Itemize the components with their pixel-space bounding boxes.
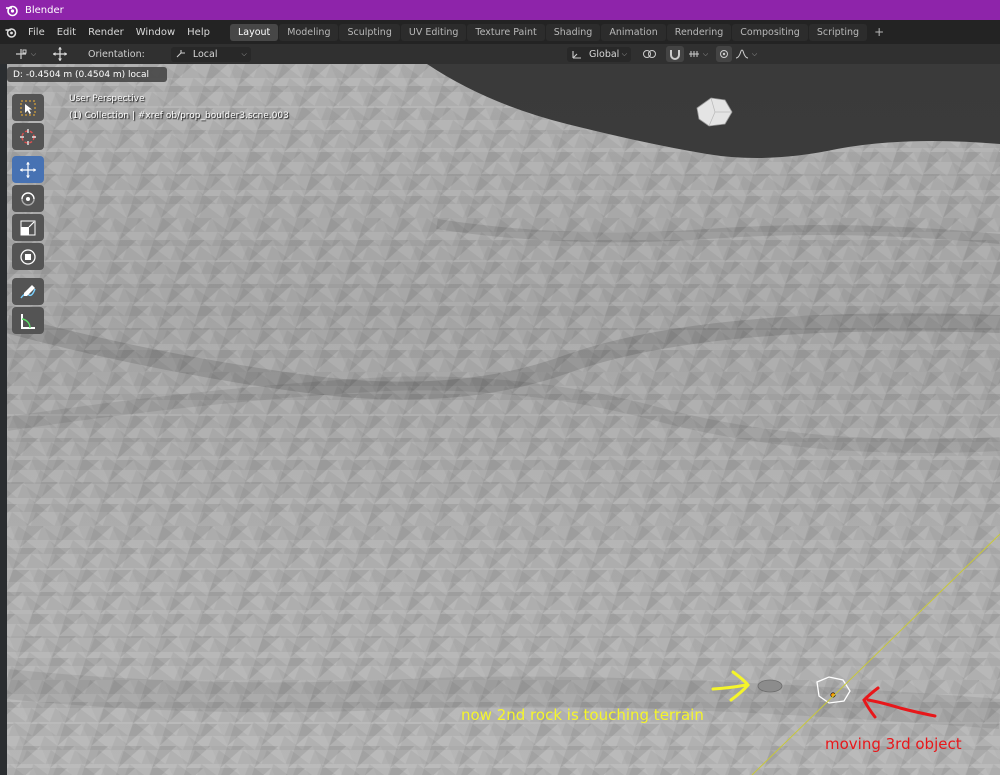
object-annotation: moving 3rd object — [825, 735, 962, 753]
red-arrow-icon — [862, 686, 937, 719]
yellow-arrow-icon — [711, 670, 750, 702]
annotation-arrows — [711, 670, 937, 719]
rock-annotation: now 2nd rock is touching terrain — [461, 706, 704, 724]
